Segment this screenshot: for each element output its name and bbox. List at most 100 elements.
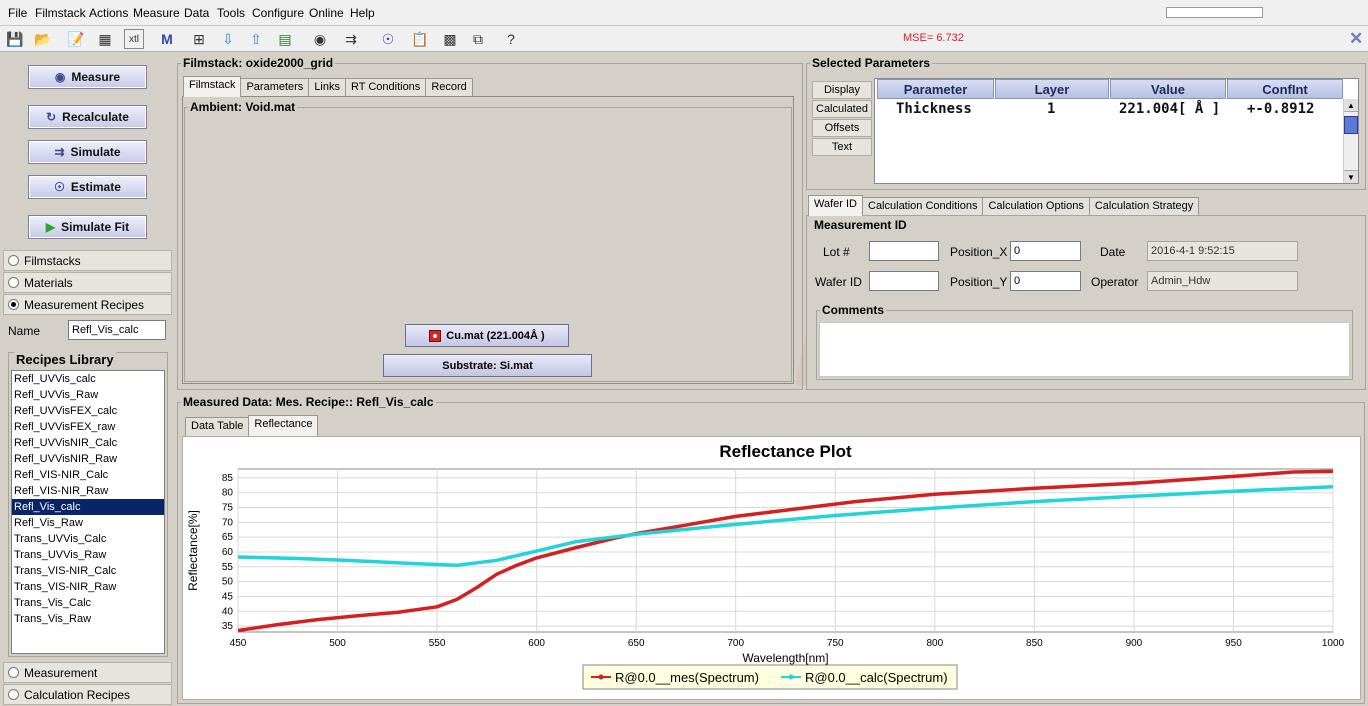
y-tick-label: 70 — [222, 517, 234, 528]
menu-filmstack[interactable]: Filmstack — [35, 6, 86, 20]
column-header-confint[interactable]: ConfInt — [1227, 79, 1343, 99]
wafer-id-input[interactable] — [869, 271, 939, 291]
operator-field: Admin_Hdw — [1147, 271, 1298, 291]
arrow-up-icon[interactable]: ⇧ — [246, 29, 266, 49]
tab-data-table[interactable]: Data Table — [185, 417, 250, 436]
target-icon[interactable]: ☉ — [378, 29, 398, 49]
nav-measurement[interactable]: Measurement — [3, 662, 172, 683]
menu-data[interactable]: Data — [184, 6, 209, 20]
radio-icon — [8, 689, 19, 700]
recipe-list-item[interactable]: Trans_VIS-NIR_Calc — [12, 563, 164, 579]
table-icon[interactable]: ▤ — [275, 29, 295, 49]
scroll-up-icon[interactable]: ▲ — [1344, 99, 1358, 112]
recipe-list-item[interactable]: Refl_UVVisFEX_calc — [12, 403, 164, 419]
simulate-fit-button[interactable]: ▶ Simulate Fit — [28, 215, 147, 239]
open-folder-icon[interactable]: 📂 — [33, 29, 53, 49]
substrate-button[interactable]: Substrate: Si.mat — [383, 354, 592, 377]
recipe-list-item[interactable]: Refl_UVVisFEX_raw — [12, 419, 164, 435]
close-icon[interactable]: ✕ — [1349, 29, 1363, 49]
simulate-icon[interactable]: ⇉ — [341, 29, 361, 49]
table-cell-confint[interactable]: +-0.8912 — [1247, 101, 1314, 117]
materials-icon[interactable]: ▦ — [95, 29, 115, 49]
recipe-list-item[interactable]: Trans_Vis_Raw — [12, 611, 164, 627]
table-cell-layer[interactable]: 1 — [1047, 101, 1055, 117]
recipes-list[interactable]: Refl_UVVis_calc Refl_UVVis_Raw Refl_UVVisF… — [11, 370, 165, 654]
side-tab-offsets[interactable]: Offsets — [812, 119, 872, 137]
table-cell-parameter[interactable]: Thickness — [896, 101, 972, 117]
nav-measurement-recipes[interactable]: Measurement Recipes — [3, 294, 172, 315]
windows-icon[interactable]: ⧉ — [468, 29, 488, 49]
scroll-down-icon[interactable]: ▼ — [1344, 170, 1358, 183]
radio-selected-icon — [8, 299, 19, 310]
parameters-scrollbar[interactable]: ▲ ▼ — [1343, 99, 1358, 183]
tab-calculation-options[interactable]: Calculation Options — [982, 197, 1090, 216]
tab-record[interactable]: Record — [425, 78, 473, 97]
recipe-list-item[interactable]: Trans_UVVis_Raw — [12, 547, 164, 563]
menu-measure[interactable]: Measure — [133, 6, 180, 20]
recipe-list-item[interactable]: Refl_UVVisNIR_Calc — [12, 435, 164, 451]
recipe-list-item[interactable]: Refl_Vis_Raw — [12, 515, 164, 531]
nav-materials[interactable]: Materials — [3, 272, 172, 293]
grid-icon[interactable]: ⊞ — [189, 29, 209, 49]
recipe-list-item[interactable]: Refl_VIS-NIR_Calc — [12, 467, 164, 483]
table-cell-value[interactable]: 221.004[ Å ] — [1119, 101, 1220, 117]
recipe-list-item[interactable]: Refl_UVVisNIR_Raw — [12, 451, 164, 467]
lot-input[interactable] — [869, 241, 939, 261]
tab-links[interactable]: Links — [308, 78, 346, 97]
recipe-list-item[interactable]: Trans_Vis_Calc — [12, 595, 164, 611]
recipe-list-item[interactable]: Refl_UVVis_Raw — [12, 387, 164, 403]
reflectance-chart-area: Reflectance Plot 450 500 550 600 650 700 750 800… — [182, 436, 1361, 700]
layer-icon — [429, 329, 442, 342]
nav-calculation-recipes-label: Calculation Recipes — [24, 687, 131, 702]
text-export-icon[interactable]: xtl — [124, 29, 144, 49]
side-tab-text[interactable]: Text — [812, 138, 872, 156]
measure-m-icon[interactable]: M — [157, 29, 177, 49]
menu-file[interactable]: File — [8, 6, 27, 20]
tab-calculation-strategy[interactable]: Calculation Strategy — [1088, 197, 1200, 216]
position-y-input[interactable]: 0 — [1010, 271, 1081, 291]
measure-button[interactable]: ◉ Measure — [28, 65, 147, 89]
recipe-list-item[interactable]: Trans_UVVis_Calc — [12, 531, 164, 547]
arrow-down-icon[interactable]: ⇩ — [218, 29, 238, 49]
column-header-value[interactable]: Value — [1110, 79, 1226, 99]
menu-tools[interactable]: Tools — [217, 6, 245, 20]
layer-cu-button[interactable]: Cu.mat (221.004Å ) — [405, 324, 569, 347]
save-icon[interactable]: 💾 — [5, 29, 25, 49]
name-input[interactable] — [68, 320, 166, 340]
side-tab-calculated[interactable]: Calculated — [812, 100, 872, 118]
recalculate-button[interactable]: ↻ Recalculate — [28, 105, 147, 129]
nav-calculation-recipes[interactable]: Calculation Recipes — [3, 684, 172, 705]
tab-calculation-conditions[interactable]: Calculation Conditions — [862, 197, 984, 216]
recipe-list-item[interactable]: Refl_UVVis_calc — [12, 371, 164, 387]
chart-icon[interactable]: ▩ — [440, 29, 460, 49]
target-icon: ☉ — [54, 180, 65, 194]
recipe-list-item[interactable]: Refl_VIS-NIR_Raw — [12, 483, 164, 499]
menu-bar: File Filmstack Actions Measure Data Tool… — [0, 0, 1368, 26]
side-tab-display[interactable]: Display — [812, 81, 872, 99]
estimate-button[interactable]: ☉ Estimate — [28, 175, 147, 199]
scroll-thumb[interactable] — [1344, 116, 1358, 134]
simulate-button[interactable]: ⇉ Simulate — [28, 140, 147, 164]
menu-configure[interactable]: Configure — [252, 6, 304, 20]
column-header-layer[interactable]: Layer — [995, 79, 1109, 99]
tab-reflectance[interactable]: Reflectance — [248, 415, 319, 436]
menu-actions[interactable]: Actions — [89, 6, 128, 20]
position-x-input[interactable]: 0 — [1010, 241, 1081, 261]
simulate-button-label: Simulate — [70, 145, 121, 159]
tab-parameters[interactable]: Parameters — [240, 78, 310, 97]
menu-online[interactable]: Online — [309, 6, 344, 20]
recipe-list-item[interactable]: Refl_Vis_calc — [12, 499, 164, 515]
nav-filmstacks[interactable]: Filmstacks — [3, 250, 172, 271]
help-icon[interactable]: ? — [501, 29, 521, 49]
legend-entry: R@0.0__mes(Spectrum) — [615, 670, 759, 685]
comments-textarea[interactable] — [819, 322, 1350, 377]
column-header-parameter[interactable]: Parameter — [877, 79, 994, 99]
recipe-list-item[interactable]: Trans_VIS-NIR_Raw — [12, 579, 164, 595]
menu-help[interactable]: Help — [350, 6, 375, 20]
tab-wafer-id[interactable]: Wafer ID — [808, 195, 863, 216]
edit-document-icon[interactable]: 📝 — [66, 29, 86, 49]
tab-filmstack[interactable]: Filmstack — [183, 76, 242, 97]
camera-icon[interactable]: ◉ — [310, 29, 330, 49]
tab-rt-conditions[interactable]: RT Conditions — [345, 78, 427, 97]
clipboard-icon[interactable]: 📋 — [410, 29, 430, 49]
